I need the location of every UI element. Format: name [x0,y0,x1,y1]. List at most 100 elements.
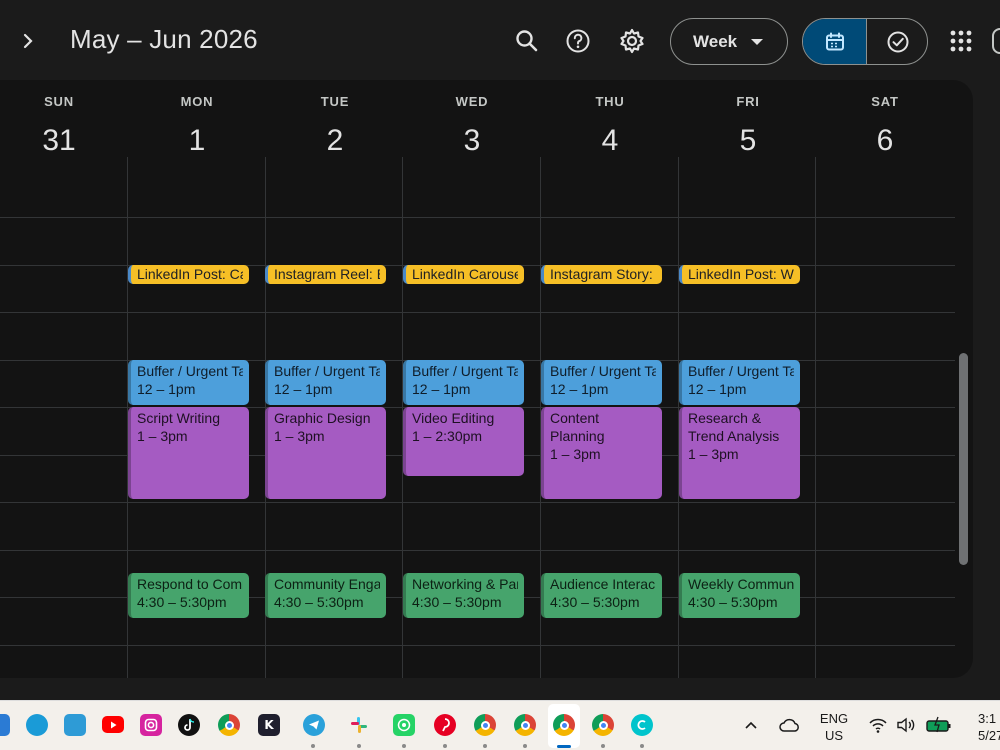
day-number[interactable]: 3 [403,124,541,158]
event-title: Networking & Par [412,576,518,592]
event-wed-focus[interactable]: Video Editing 1 – 2:30pm [403,407,524,476]
running-indicator [311,744,315,748]
chevron-up-icon[interactable] [744,720,758,730]
canva-c-icon [637,720,646,730]
telegram-icon[interactable] [303,714,325,736]
paper-plane-icon [309,720,319,730]
event-time: 1 – 3pm [688,446,739,462]
event-time: 1 – 3pm [550,446,601,462]
search-icon [516,30,538,52]
settings-icon [620,28,644,54]
event-title: Script Writing [137,410,220,426]
running-indicator [483,744,487,748]
chrome-center [480,720,490,730]
system-clock[interactable]: 3:1 5/27, [978,710,1000,744]
event-fri-focus[interactable]: Research & Trend Analysis 1 – 3pm [679,407,800,499]
slack-hash-icon [351,717,367,733]
slack-icon[interactable] [348,714,370,736]
event-time: 1 – 3pm [137,428,188,444]
volume-icon[interactable] [896,716,916,734]
apps-grid-icon[interactable] [948,28,974,54]
view-selector[interactable]: Week [670,18,788,65]
event-title: Research & Trend Analysis [688,410,780,444]
day-of-week: SUN [44,94,74,109]
calendar-view-button[interactable] [803,19,866,64]
event-wed-post[interactable]: LinkedIn Carouse [403,265,524,284]
event-title: Instagram Story: [550,266,653,282]
event-tue-community[interactable]: Community Enga 4:30 – 5:30pm [265,573,386,618]
calendar-tasks-toggle [802,18,928,65]
chrome-profile-icon[interactable] [553,714,575,736]
day-of-week: MON [180,94,214,109]
chrome-center [520,720,530,730]
youtube-icon[interactable] [102,716,124,733]
event-time: 4:30 – 5:30pm [137,594,227,610]
event-mon-community[interactable]: Respond to Comm 4:30 – 5:30pm [128,573,249,618]
search-button[interactable] [512,25,542,57]
folder-icon[interactable] [0,714,10,736]
event-fri-post[interactable]: LinkedIn Post: We [679,265,800,284]
event-title: Content Planning [550,410,605,444]
event-title: LinkedIn Post: Ca [137,266,243,282]
event-time: 12 – 1pm [137,381,196,397]
event-time: 4:30 – 5:30pm [412,594,502,610]
grid-scrollbar[interactable] [959,353,968,565]
kajabi-letter: K [264,718,274,732]
hour-line [0,312,955,313]
instagram-icon[interactable] [140,714,162,736]
event-mon-post[interactable]: LinkedIn Post: Ca [128,265,249,284]
play-icon [111,721,117,728]
day-number[interactable]: 31 [0,124,128,158]
event-time: 12 – 1pm [688,381,747,397]
chrome-profile-icon[interactable] [474,714,496,736]
language-indicator[interactable]: ENG US [812,710,856,744]
next-week-button[interactable] [14,26,42,56]
day-number[interactable]: 2 [266,124,404,158]
chrome-profile-icon[interactable] [514,714,536,736]
wifi-icon[interactable] [868,716,888,734]
event-thu-focus[interactable]: Content Planning 1 – 3pm [541,407,662,499]
battery-charging-icon[interactable] [926,716,952,734]
chrome-profile-icon[interactable] [592,714,614,736]
canva-icon[interactable] [631,714,653,736]
event-title: Video Editing [412,410,495,426]
event-tue-focus[interactable]: Graphic Design 1 – 3pm [265,407,386,499]
cloud-icon[interactable] [778,717,800,733]
account-avatar[interactable] [992,28,1000,54]
event-wed-community[interactable]: Networking & Par 4:30 – 5:30pm [403,573,524,618]
chrome-icon[interactable] [218,714,240,736]
help-button[interactable] [563,25,593,57]
day-number[interactable]: 6 [816,124,954,158]
view-selector-label: Week [693,31,738,51]
event-thu-community[interactable]: Audience Interac 4:30 – 5:30pm [541,573,662,618]
settings-button[interactable] [617,25,647,57]
event-thu-post[interactable]: Instagram Story: [541,265,662,284]
day-number[interactable]: 1 [128,124,266,158]
camera-icon [144,718,158,732]
event-title: Instagram Reel: B [274,266,380,282]
running-indicator [402,744,406,748]
event-fri-community[interactable]: Weekly Communi 4:30 – 5:30pm [679,573,800,618]
event-tue-post[interactable]: Instagram Reel: B [265,265,386,284]
event-mon-buffer[interactable]: Buffer / Urgent Ta 12 – 1pm [128,360,249,405]
whatsapp-icon[interactable] [393,714,415,736]
event-tue-buffer[interactable]: Buffer / Urgent Ta 12 – 1pm [265,360,386,405]
event-time: 12 – 1pm [550,381,609,397]
notepad-icon[interactable] [64,714,86,736]
event-wed-buffer[interactable]: Buffer / Urgent Ta 12 – 1pm [403,360,524,405]
event-thu-buffer[interactable]: Buffer / Urgent Ta 12 – 1pm [541,360,662,405]
event-title: Graphic Design [274,410,371,426]
event-time: 4:30 – 5:30pm [688,594,778,610]
running-indicator [443,744,447,748]
tiktok-icon[interactable] [178,714,200,736]
day-number[interactable]: 5 [679,124,817,158]
week-grid: SUN 31 MON 1 TUE 2 WED 3 THU 4 FRI 5 SAT… [0,80,973,678]
event-mon-focus[interactable]: Script Writing 1 – 3pm [128,407,249,499]
chrome-center [598,720,608,730]
event-fri-buffer[interactable]: Buffer / Urgent Ta 12 – 1pm [679,360,800,405]
pinterest-icon[interactable] [434,714,456,736]
day-number[interactable]: 4 [541,124,679,158]
edge-icon[interactable] [26,714,48,736]
tasks-view-button[interactable] [866,19,927,64]
kajabi-icon[interactable]: K [258,714,280,736]
